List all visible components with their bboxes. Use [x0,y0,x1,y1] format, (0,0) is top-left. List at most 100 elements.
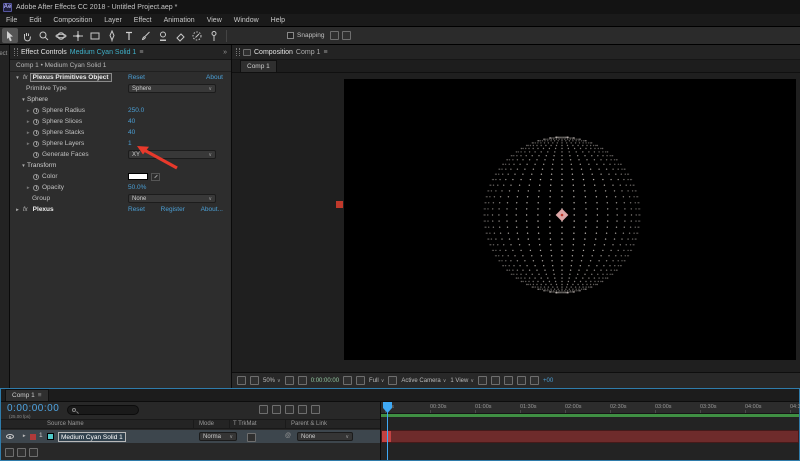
pixel-aspect-icon[interactable] [478,376,487,385]
parent-link-select[interactable]: None ∨ [297,432,353,441]
layer-twirl-icon[interactable]: ► [22,433,26,438]
composition-viewport[interactable] [232,73,800,372]
twirl-icon[interactable]: ▼ [20,163,27,168]
pan-behind-tool[interactable] [70,28,86,43]
param-value[interactable]: 250.0 [128,107,144,114]
always-preview-icon[interactable] [237,376,246,385]
tab-comp-1[interactable]: Comp 1 [240,60,277,72]
eye-icon[interactable] [6,434,14,439]
layer-edge-handle[interactable] [336,201,343,208]
magnification-menu-icon[interactable] [250,376,259,385]
show-channel-icon[interactable] [356,376,365,385]
expand-icon[interactable]: ► [26,119,32,124]
panel-grip-icon[interactable] [14,48,18,56]
type-tool[interactable] [121,28,137,43]
snapping-checkbox[interactable] [287,32,294,39]
region-of-interest-icon[interactable] [388,376,397,385]
flowchart-icon[interactable] [517,376,526,385]
zoom-tool[interactable] [36,28,52,43]
mask-visibility-icon[interactable] [298,376,307,385]
stopwatch-icon[interactable] [33,152,39,158]
roto-brush-tool[interactable] [189,28,205,43]
param-dropdown[interactable]: XY∨ [128,150,216,159]
track-matte-icon[interactable] [247,433,256,442]
menu-file[interactable]: File [0,14,23,27]
twirl-icon[interactable]: ► [14,207,21,212]
ruler-grid-icon[interactable] [285,376,294,385]
panel-grip-icon[interactable] [236,48,240,56]
comp-marker-icon[interactable] [259,405,268,414]
param-value[interactable]: 1 [128,140,132,147]
motion-blur-icon[interactable] [298,405,307,414]
column-t-trkmat[interactable]: T TrkMat [233,421,257,427]
shy-layers-icon[interactable] [272,405,281,414]
menu-help[interactable]: Help [265,14,291,27]
panel-menu-icon[interactable]: ≡ [38,390,42,401]
effect-controls-header[interactable]: Effect Controls Medium Cyan Solid 1 ≡ » [10,45,231,60]
clone-stamp-tool[interactable] [155,28,171,43]
mini-timeline-icon[interactable] [504,376,513,385]
param-value[interactable]: 40 [128,118,135,125]
orbit-camera-tool[interactable] [53,28,69,43]
timeline-tab-comp-1[interactable]: Comp 1 ≡ [5,389,49,401]
effect-link-about[interactable]: About... [201,206,223,213]
layer-solid-swatch[interactable] [47,433,54,440]
adjust-exposure-icon[interactable] [530,376,539,385]
twirl-icon[interactable]: ▼ [20,97,27,102]
menu-edit[interactable]: Edit [23,14,47,27]
graph-editor-icon[interactable] [311,405,320,414]
expand-icon[interactable]: ► [26,141,32,146]
snapshot-camera-icon[interactable] [343,376,352,385]
param-dropdown[interactable]: Sphere∨ [128,84,216,93]
effect-link-about[interactable]: About [206,74,223,81]
camera-view-select[interactable]: Active Camera∨ [401,378,446,384]
stopwatch-icon[interactable] [33,130,39,136]
snap-options-icon[interactable] [342,31,351,40]
expand-icon[interactable]: ► [26,185,32,190]
expand-icon[interactable]: ► [26,108,32,113]
menu-animation[interactable]: Animation [158,14,201,27]
parent-pickwhip-icon[interactable]: @ [285,433,291,439]
expand-inout-icon[interactable] [29,448,38,457]
resolution-select[interactable]: Full∨ [369,378,384,384]
timeline-search-input[interactable] [67,405,139,415]
view-layout-select[interactable]: 1 View∨ [450,378,474,384]
brush-tool[interactable] [138,28,154,43]
layer-row-1[interactable]: ► 1 Medium Cyan Solid 1 Norma ∨ @ None ∨ [1,430,380,443]
stopwatch-icon[interactable] [33,185,39,191]
blend-mode-select[interactable]: Norma ∨ [199,432,237,441]
layer-name[interactable]: Medium Cyan Solid 1 [58,432,126,442]
effect-name[interactable]: Plexus Primitives Object [30,73,112,82]
effect-link-register[interactable]: Register [161,206,185,213]
puppet-pin-tool[interactable] [206,28,222,43]
hand-tool[interactable] [19,28,35,43]
param-value[interactable]: 40 [128,129,135,136]
snap-to-edges-icon[interactable] [330,31,339,40]
menu-effect[interactable]: Effect [128,14,158,27]
panel-menu-icon[interactable]: ≡ [323,49,327,56]
stopwatch-icon[interactable] [33,119,39,125]
expand-icon[interactable]: ► [26,130,32,135]
effect-name[interactable]: Plexus [30,205,57,214]
shape-tool[interactable] [87,28,103,43]
effect-link-reset[interactable]: Reset [128,74,145,81]
fast-previews-icon[interactable] [491,376,500,385]
expand-transfer-controls-icon[interactable] [17,448,26,457]
stopwatch-icon[interactable] [33,174,39,180]
menu-window[interactable]: Window [228,14,265,27]
frame-blend-icon[interactable] [285,405,294,414]
panel-menu-icon[interactable]: ≡ [139,49,143,56]
twirl-icon[interactable]: ▼ [14,75,21,80]
preview-timecode[interactable]: 0:00:00:00 [311,378,339,384]
menu-composition[interactable]: Composition [47,14,98,27]
zoom-level-select[interactable]: 50%∨ [263,378,281,384]
expand-layer-switches-icon[interactable] [5,448,14,457]
exposure-offset[interactable]: +00 [543,378,553,384]
menu-view[interactable]: View [201,14,228,27]
layer-label-color-chip[interactable] [30,434,36,440]
selection-tool[interactable] [2,28,18,43]
current-time-display[interactable]: 0:00:00:00 [7,403,59,414]
panel-overflow-icon[interactable]: » [223,49,227,56]
stopwatch-icon[interactable] [33,141,39,147]
time-ruler[interactable]: 00s00:30s01:00s01:30s02:00s02:30s03:00s0… [381,402,799,414]
